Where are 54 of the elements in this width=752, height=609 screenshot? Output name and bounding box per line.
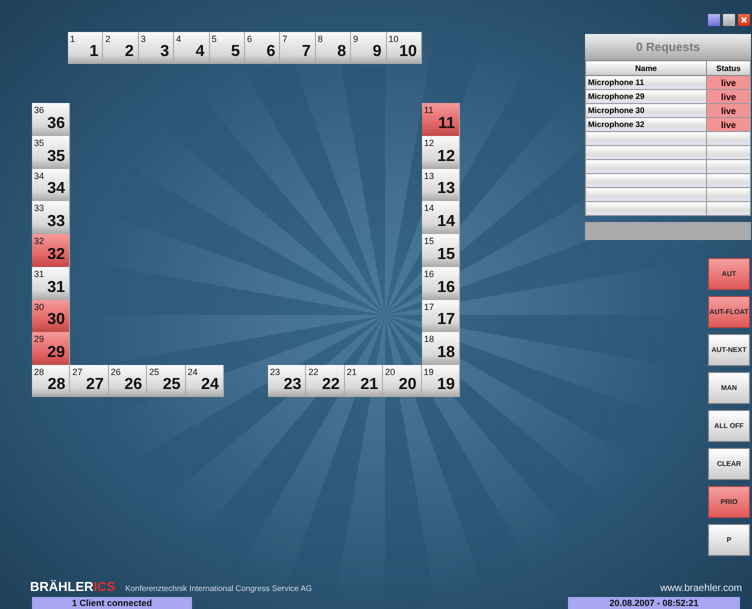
microphone-seat[interactable]: 8 8 [316, 32, 352, 64]
microphone-seat[interactable]: 9 9 [351, 32, 387, 64]
column-header: Status [706, 60, 750, 76]
microphone-seat[interactable]: 1 1 [68, 32, 104, 64]
microphone-seat[interactable]: 23 23 [268, 365, 306, 397]
microphone-seat[interactable]: 20 20 [383, 365, 422, 397]
microphone-seat[interactable]: 28 28 [32, 365, 70, 397]
microphone-seat[interactable]: 22 22 [306, 365, 345, 397]
microphone-seat[interactable]: 2 2 [103, 32, 139, 64]
microphone-seat[interactable]: 32 32 [32, 234, 70, 267]
microphone-seat[interactable]: 26 26 [108, 365, 148, 397]
connection-status: 1 Client connected [32, 597, 192, 609]
microphone-seat[interactable]: 33 33 [32, 201, 70, 234]
microphone-seat[interactable]: 21 21 [344, 365, 384, 397]
microphone-seat[interactable]: 12 12 [422, 136, 460, 168]
microphone-seat[interactable]: 11 11 [422, 103, 460, 136]
minimize-icon[interactable] [708, 14, 720, 26]
status-cell: live [706, 76, 750, 90]
microphone-seat[interactable]: 5 5 [210, 32, 245, 64]
microphone-seat[interactable]: 10 10 [386, 32, 422, 64]
microphone-seat[interactable]: 15 15 [422, 234, 460, 267]
microphone-seat[interactable]: 35 35 [32, 136, 70, 168]
microphone-seat[interactable]: 36 36 [32, 103, 70, 136]
microphone-seat[interactable]: 18 18 [422, 332, 460, 365]
microphone-seat[interactable]: 7 7 [280, 32, 316, 64]
microphone-seat[interactable]: 31 31 [32, 266, 70, 300]
microphone-seat[interactable]: 24 24 [186, 365, 224, 397]
status-cell: live [706, 104, 750, 118]
microphone-seat[interactable]: 17 17 [422, 300, 460, 332]
microphone-seat[interactable]: 19 19 [422, 365, 460, 397]
table-cell: Microphone 11 [586, 76, 706, 90]
microphone-seat[interactable]: 14 14 [422, 201, 460, 234]
status-cell: live [706, 118, 750, 132]
microphone-seat[interactable]: 29 29 [32, 332, 70, 365]
table-cell: Microphone 32 [586, 118, 706, 132]
table-cell: Microphone 30 [586, 104, 706, 118]
microphone-seat[interactable]: 16 16 [422, 266, 460, 300]
microphone-seat[interactable]: 6 6 [244, 32, 280, 64]
microphone-seat[interactable]: 34 34 [32, 168, 70, 202]
table-cell: Microphone 29 [586, 90, 706, 104]
microphone-seat[interactable]: 27 27 [70, 365, 109, 397]
microphone-seat[interactable]: 3 3 [138, 32, 174, 64]
close-icon[interactable] [738, 14, 750, 26]
microphone-seat[interactable]: 13 13 [422, 168, 460, 202]
date-time: 20.08.2007 - 08:52:21 [568, 597, 740, 609]
microphone-seat[interactable]: 4 4 [174, 32, 210, 64]
column-header: Name [586, 60, 706, 76]
brand-logo: BRÄHLERICS [30, 579, 116, 594]
requests-title: 0 Requests [585, 34, 751, 60]
microphone-seat[interactable]: 30 30 [32, 300, 70, 332]
website-url: www.braehler.com [660, 583, 742, 594]
microphone-seat[interactable]: 25 25 [147, 365, 186, 397]
status-cell: live [706, 90, 750, 104]
company-tagline: Konferenztechnik International Congress Service AG [125, 584, 312, 593]
